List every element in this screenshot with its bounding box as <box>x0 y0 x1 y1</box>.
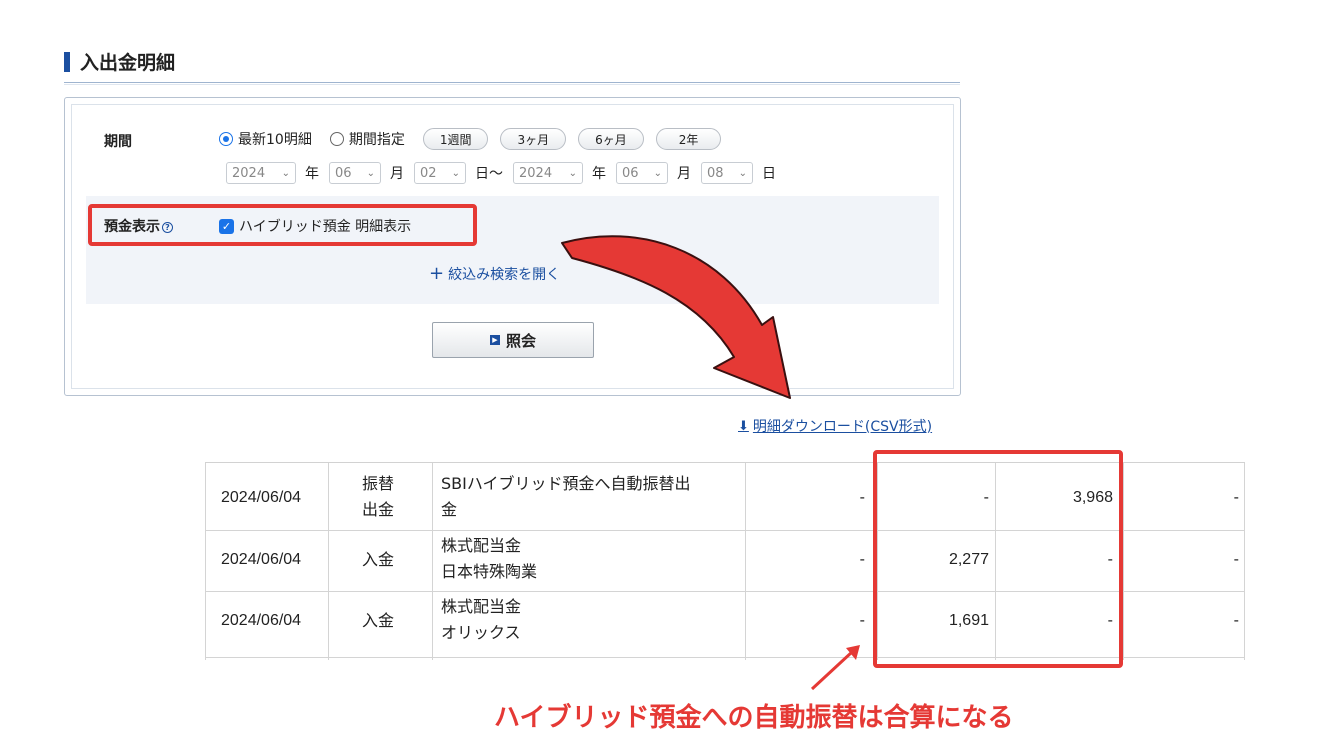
small-pointer-arrow <box>810 650 854 691</box>
annotation-arrows <box>561 235 860 691</box>
annotation-caption: ハイブリッド預金への自動振替は合算になる <box>494 703 1014 733</box>
big-curved-arrow <box>561 235 791 399</box>
small-pointer-arrowhead <box>846 645 860 660</box>
